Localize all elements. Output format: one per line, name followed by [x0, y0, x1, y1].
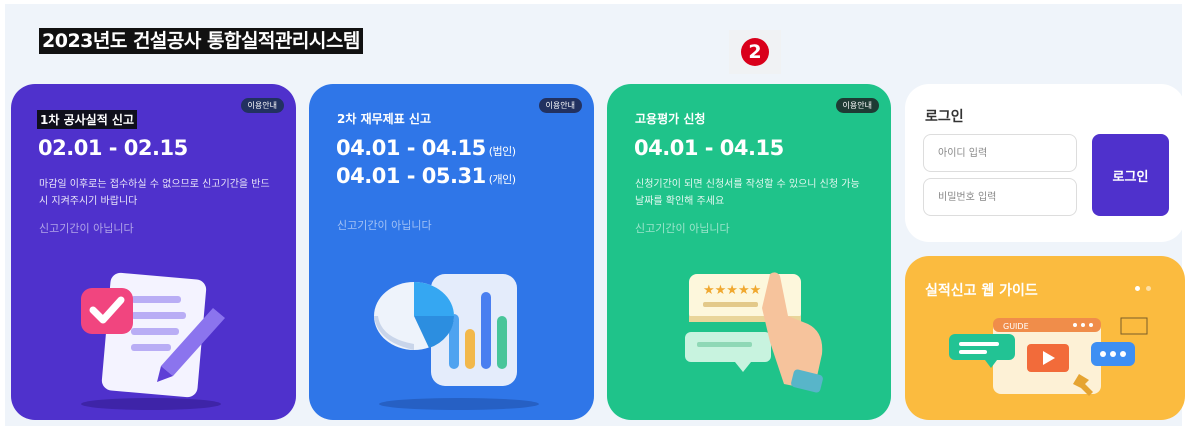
- login-title: 로그인: [925, 109, 964, 125]
- card-performance-report[interactable]: 이용안내 1차 공사실적 신고 02.01 - 02.15 마감일 이후로는 접…: [11, 84, 296, 420]
- document-pencil-checkmark-icon: [81, 272, 225, 410]
- pie-bar-chart-icon: [374, 274, 539, 410]
- card-title: 고용평가 신청: [635, 112, 706, 126]
- usage-guide-badge[interactable]: 이용안내: [835, 98, 879, 113]
- step-marker: 2: [729, 30, 781, 74]
- card-description: 신청기간이 되면 신청서를 작성할 수 있으니 신청 가능 날짜를 확인해 주세…: [635, 179, 860, 207]
- report-period-corporate: 04.01 - 04.15 (법인): [336, 136, 516, 160]
- card-title: 1차 공사실적 신고: [37, 110, 137, 129]
- usage-guide-badge[interactable]: 이용안내: [538, 98, 582, 113]
- main-stage: 2023년도 건설공사 통합실적관리시스템 2 이용안내 1차 공사실적 신고 …: [5, 4, 1185, 426]
- report-period-individual: 04.01 - 05.31 (개인): [336, 164, 516, 188]
- guide-title: 실적신고 웹 가이드: [925, 283, 1038, 299]
- step-marker-number: 2: [741, 38, 769, 66]
- card-title: 2차 재무제표 신고: [337, 112, 431, 126]
- usage-guide-badge[interactable]: 이용안내: [240, 98, 284, 113]
- period-status: 신고기간이 아닙니다: [337, 219, 432, 232]
- period-note: (개인): [488, 173, 516, 186]
- period-range: 04.01 - 04.15: [336, 136, 486, 160]
- carousel-dot-active[interactable]: [1135, 286, 1140, 291]
- report-period: 02.01 - 02.15: [38, 136, 188, 160]
- page-title: 2023년도 건설공사 통합실적관리시스템: [39, 28, 363, 54]
- period-range: 04.01 - 04.15: [634, 136, 784, 160]
- period-range: 04.01 - 05.31: [336, 164, 486, 188]
- login-panel: 로그인 로그인: [905, 84, 1185, 242]
- login-button[interactable]: 로그인: [1092, 134, 1169, 216]
- card-financial-statement[interactable]: 이용안내 2차 재무제표 신고 04.01 - 04.15 (법인) 04.01 …: [309, 84, 594, 420]
- card-description: 마감일 이후로는 접수하실 수 없으므로 신고기간을 반드시 지켜주시기 바랍니…: [39, 179, 270, 207]
- period-range: 02.01 - 02.15: [38, 136, 188, 160]
- user-id-input[interactable]: [923, 134, 1077, 172]
- carousel-dot[interactable]: [1146, 286, 1151, 291]
- period-note: (법인): [488, 145, 516, 158]
- carousel-dots[interactable]: [1135, 286, 1151, 291]
- card-employment-evaluation[interactable]: 이용안내 고용평가 신청 04.01 - 04.15 신청기간이 되면 신청서를…: [607, 84, 891, 420]
- guide-illustration-label: GUIDE: [1003, 322, 1029, 331]
- rating-review-hand-icon: ★★★★★: [685, 272, 823, 393]
- web-guide-banner[interactable]: 실적신고 웹 가이드 GUIDE: [905, 256, 1185, 420]
- svg-text:★★★★★: ★★★★★: [703, 283, 761, 298]
- period-status: 신고기간이 아닙니다: [39, 222, 134, 235]
- report-period: 04.01 - 04.15: [634, 136, 784, 160]
- period-status: 신고기간이 아닙니다: [635, 222, 730, 235]
- password-input[interactable]: [923, 178, 1077, 216]
- guide-window-video-icon: GUIDE: [949, 317, 1148, 396]
